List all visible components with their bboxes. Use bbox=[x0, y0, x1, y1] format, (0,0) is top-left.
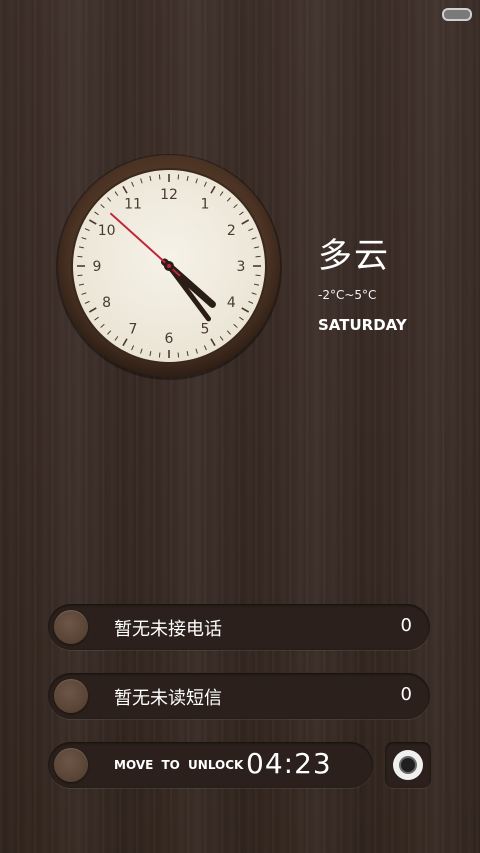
unlock-knob[interactable] bbox=[54, 748, 88, 782]
clock-numeral: 5 bbox=[201, 321, 210, 337]
clock-numeral: 2 bbox=[227, 223, 236, 239]
missed-calls-knob[interactable] bbox=[54, 610, 88, 644]
unread-sms-row[interactable]: 暂无未读短信 0 bbox=[48, 673, 430, 719]
clock-numeral: 12 bbox=[160, 187, 178, 203]
clock-tick bbox=[158, 352, 161, 358]
unlock-label: MOVE TO UNLOCK bbox=[114, 758, 244, 772]
weather-condition: 多云 bbox=[318, 236, 390, 276]
missed-calls-count: 0 bbox=[400, 615, 412, 636]
unread-sms-knob[interactable] bbox=[54, 679, 88, 713]
clock-numeral: 10 bbox=[98, 223, 116, 239]
clock-tick bbox=[255, 255, 261, 258]
clock-tick bbox=[177, 352, 180, 358]
digital-time: 04:23 bbox=[246, 747, 332, 780]
weather-temperature: -2°C~5°C bbox=[318, 288, 377, 302]
clock-numeral: 4 bbox=[227, 295, 236, 311]
clock-tick bbox=[77, 255, 83, 258]
clock-numeral: 11 bbox=[124, 197, 142, 213]
missed-calls-row[interactable]: 暂无未接电话 0 bbox=[48, 604, 430, 650]
weekday-label: SATURDAY bbox=[318, 316, 407, 334]
clock-numeral: 9 bbox=[93, 259, 102, 275]
missed-calls-label: 暂无未接电话 bbox=[114, 619, 222, 640]
clock-numeral: 6 bbox=[165, 331, 174, 347]
unlock-slider[interactable]: MOVE TO UNLOCK 04:23 bbox=[48, 742, 373, 788]
unread-sms-count: 0 bbox=[400, 684, 412, 705]
clock-tick bbox=[158, 174, 161, 180]
clock-numeral: 7 bbox=[129, 321, 138, 337]
camera-icon bbox=[393, 750, 423, 780]
clock-numeral: 3 bbox=[237, 259, 246, 275]
camera-button[interactable] bbox=[385, 742, 431, 788]
analog-clock: 121234567891011 bbox=[56, 154, 282, 380]
clock-numeral: 1 bbox=[201, 197, 210, 213]
clock-tick bbox=[255, 274, 261, 277]
unread-sms-label: 暂无未读短信 bbox=[114, 688, 222, 709]
clock-numeral: 8 bbox=[102, 295, 111, 311]
battery-icon bbox=[442, 8, 472, 21]
clock-tick bbox=[77, 274, 83, 277]
clock-tick bbox=[177, 174, 180, 180]
